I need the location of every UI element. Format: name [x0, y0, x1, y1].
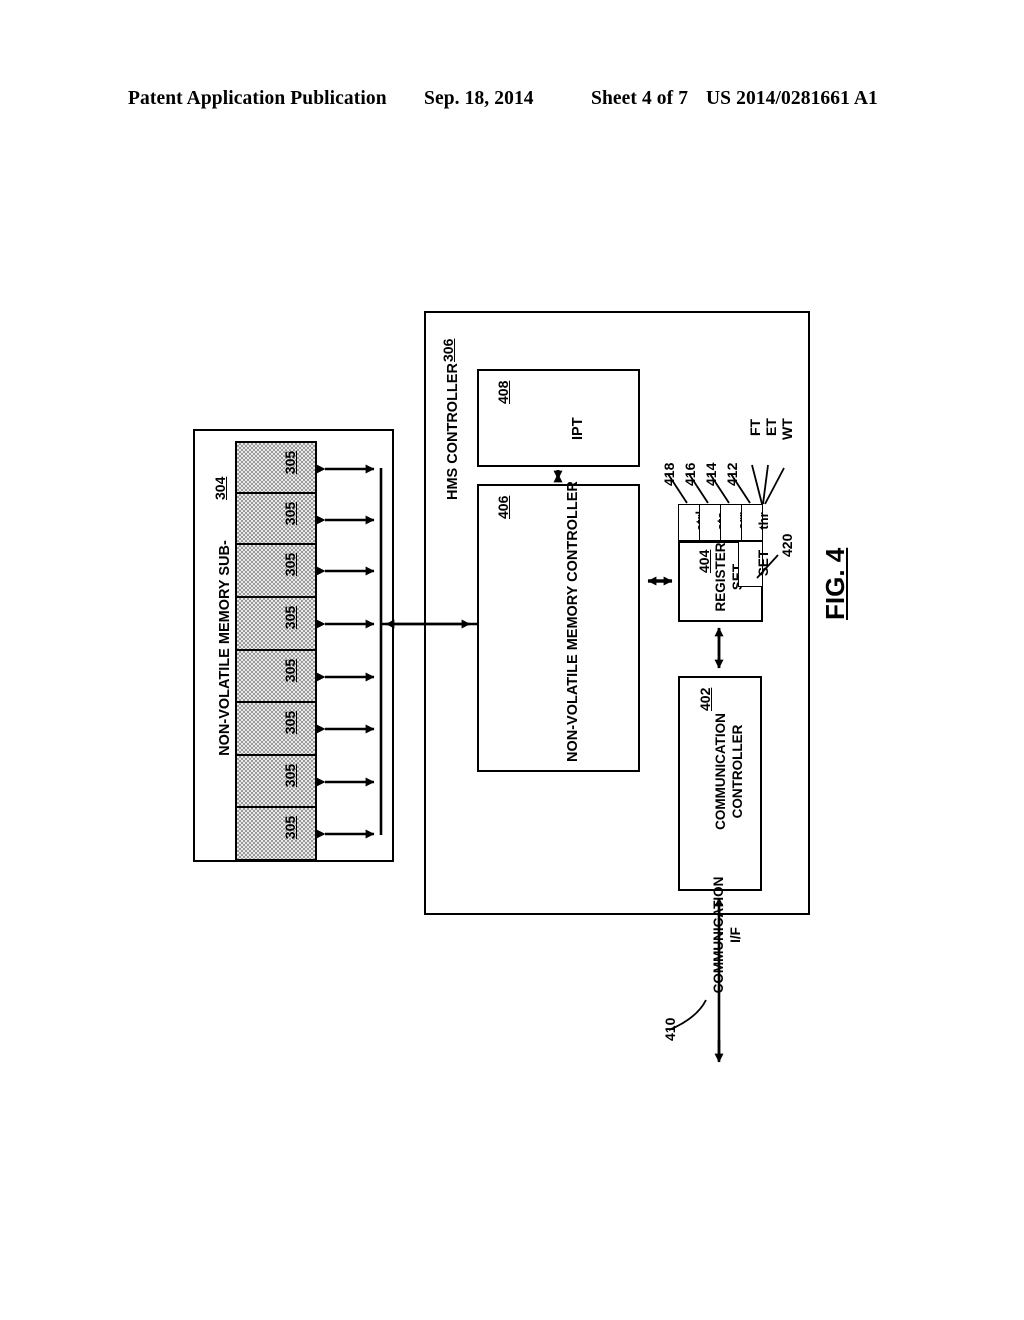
figure-label: FIG. 4	[820, 547, 850, 620]
memory-subsystem-title-line1: NON-VOLATILE MEMORY SUB-	[217, 540, 233, 756]
communication-if-label-line1: COMMUNICATION	[711, 876, 726, 994]
register-set-label-line1: REGISTER	[713, 542, 728, 612]
ipt-label: IPT	[570, 417, 586, 440]
memory-block	[235, 492, 317, 547]
memory-block-ref: 305	[282, 552, 298, 577]
threshold-label-et: ET	[763, 418, 779, 436]
ipt-ref: 408	[495, 380, 511, 404]
register-set-ref: 404	[696, 549, 712, 573]
set-subblock-ref: 420	[779, 533, 795, 557]
register-cell-thr-label: thr	[756, 512, 771, 530]
memory-block-ref: 305	[282, 815, 298, 840]
memory-block-ref: 305	[282, 710, 298, 735]
communication-controller-label-line1: COMMUNICATION	[713, 713, 728, 830]
memory-block	[235, 649, 317, 704]
header-publication: Patent Application Publication	[128, 88, 387, 109]
memory-block-ref: 305	[282, 658, 298, 683]
header-docnum: US 2014/0281661 A1	[706, 88, 878, 109]
memory-block	[235, 701, 317, 756]
memory-block	[235, 806, 317, 861]
register-cell-err-ref: 414	[703, 462, 719, 486]
memory-block-ref: 305	[282, 450, 298, 475]
threshold-label-wt: WT	[779, 418, 795, 440]
memory-block	[235, 441, 317, 496]
memory-block	[235, 596, 317, 651]
memory-subsystem-ref: 304	[212, 476, 228, 500]
memory-block-ref: 305	[282, 763, 298, 788]
nvmc-ref: 406	[495, 495, 511, 519]
communication-controller-label-line2: CONTROLLER	[730, 724, 745, 819]
nvmc-block	[477, 484, 640, 772]
register-cell-thr-ref: 412	[724, 462, 740, 486]
nvmc-label: NON-VOLATILE MEMORY CONTROLLER	[565, 481, 581, 762]
header-sheet: Sheet 4 of 7	[591, 88, 689, 109]
register-cell-sta-ref: 416	[682, 462, 698, 486]
header-date: Sep. 18, 2014	[424, 88, 534, 109]
threshold-label-ft: FT	[747, 418, 763, 436]
communication-if-ref: 410	[662, 1017, 678, 1041]
register-cell-ctrl-ref: 418	[661, 462, 677, 486]
communication-controller-ref: 402	[697, 687, 713, 711]
hms-controller-ref: 306	[440, 338, 456, 362]
memory-block	[235, 543, 317, 598]
patent-figure-page: Patent Application Publication Sep. 18, …	[0, 0, 1024, 1320]
memory-block-ref: 305	[282, 501, 298, 526]
communication-if-label-line2: I/F	[728, 927, 743, 943]
hms-controller-title: HMS CONTROLLER	[445, 363, 461, 500]
memory-block-ref: 305	[282, 605, 298, 630]
memory-block	[235, 754, 317, 809]
set-subblock-label: SET	[756, 549, 771, 577]
